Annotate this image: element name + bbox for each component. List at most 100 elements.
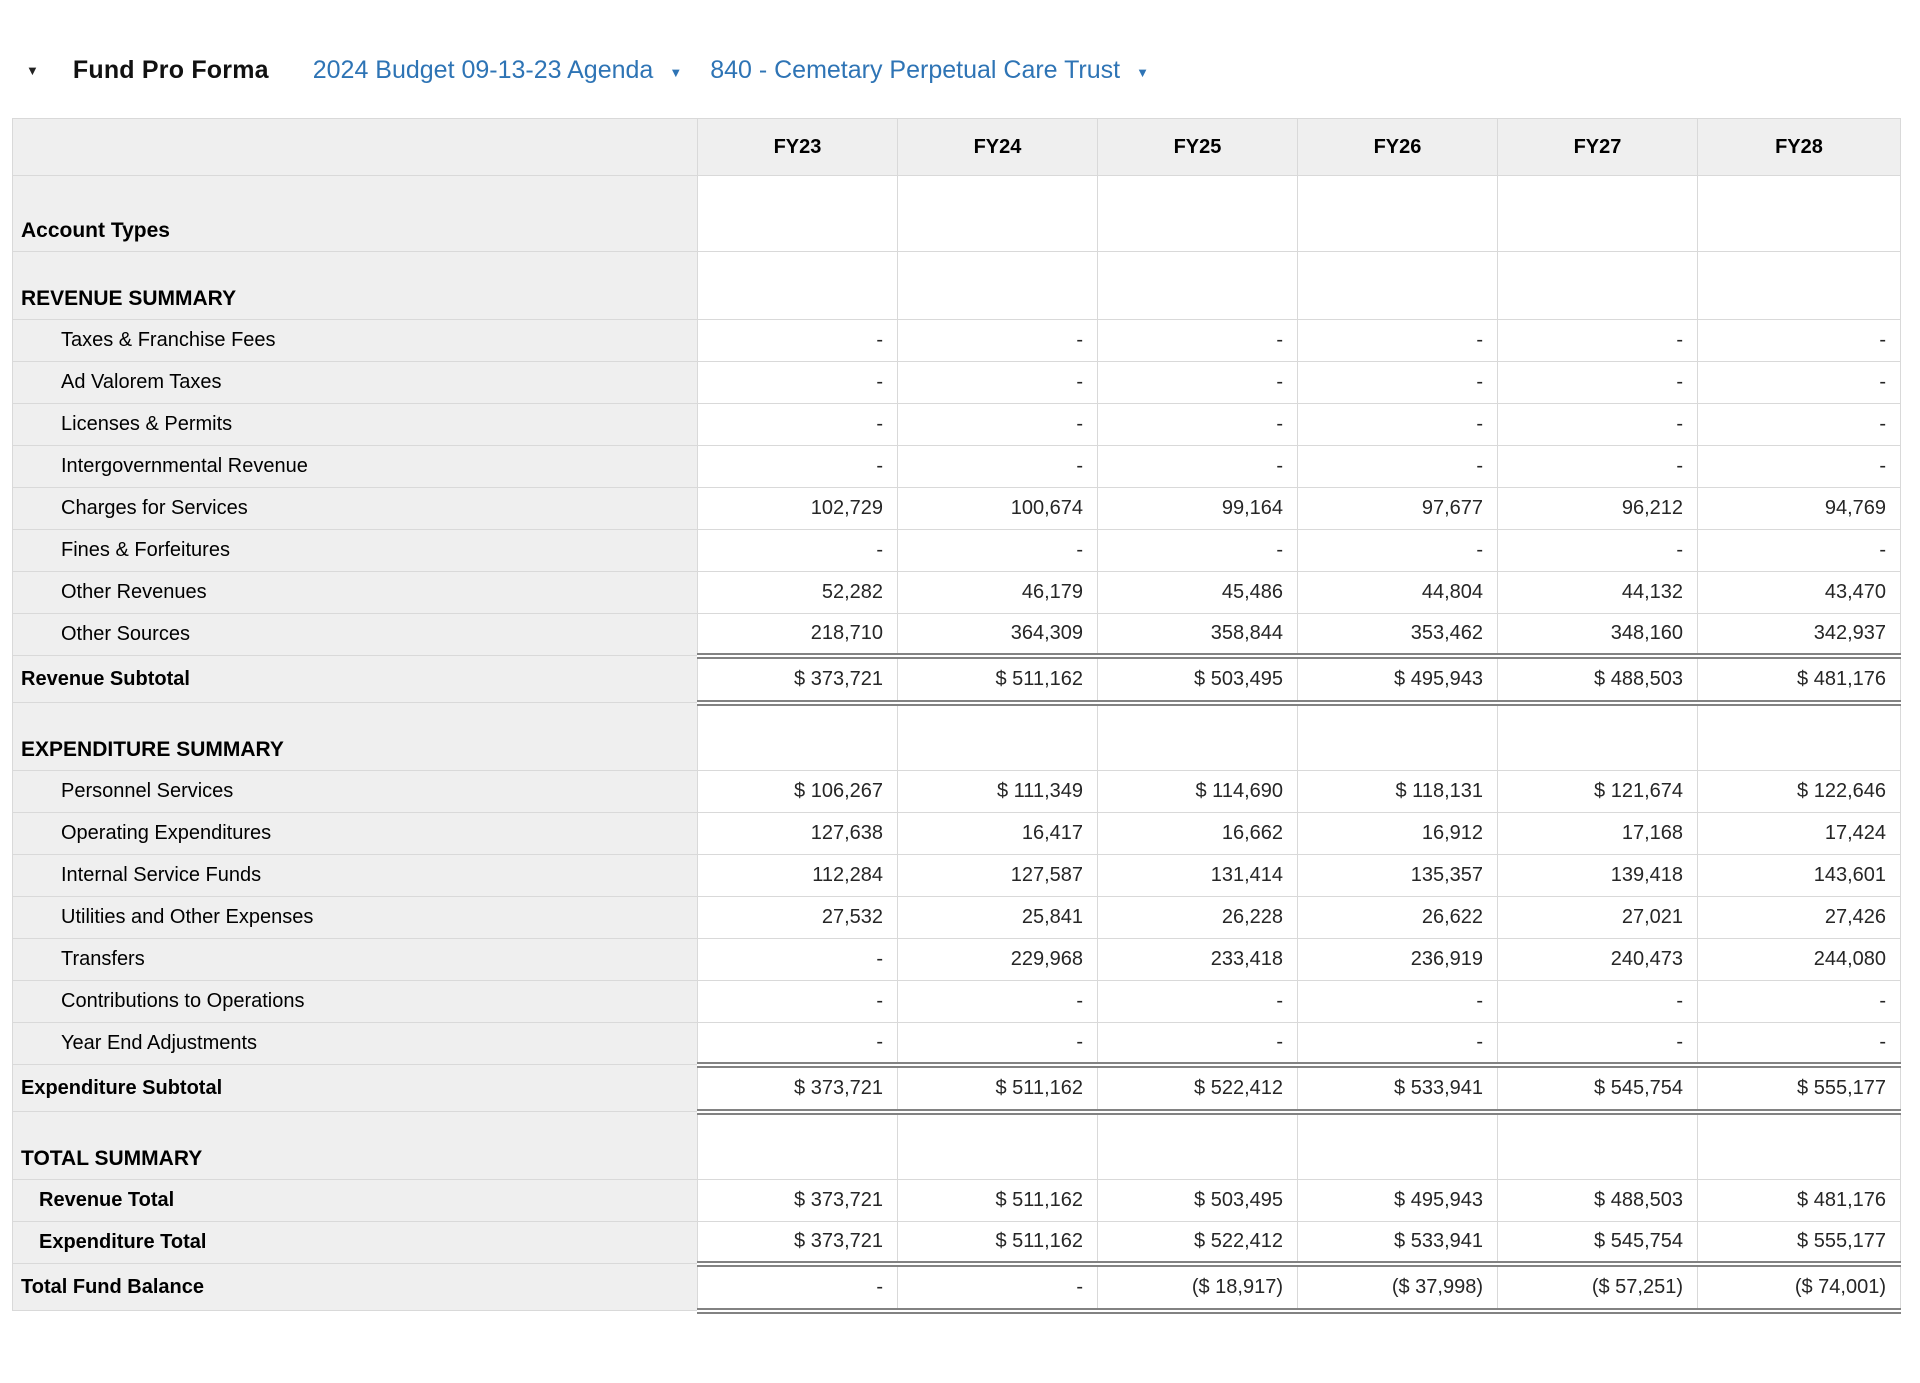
cell-value: [698, 176, 898, 252]
collapse-icon[interactable]: ▼: [26, 64, 39, 77]
cell-value: [1698, 176, 1901, 252]
cell-value: -: [1498, 981, 1698, 1023]
budget-dropdown-label: 2024 Budget 09-13-23 Agenda: [313, 56, 654, 85]
page-title: Fund Pro Forma: [73, 56, 269, 85]
chevron-down-icon[interactable]: ▼: [1136, 62, 1149, 79]
cell-value: $ 481,176: [1698, 656, 1901, 703]
cell-value: -: [1698, 530, 1901, 572]
cell-value: 17,424: [1698, 813, 1901, 855]
cell-value: [1098, 176, 1298, 252]
fund-dropdown-label: 840 - Cemetary Perpetual Care Trust: [710, 56, 1120, 85]
cell-value: -: [1498, 446, 1698, 488]
table-row: Year End Adjustments------: [13, 1023, 1901, 1065]
cell-value: [698, 703, 898, 771]
cell-value: 96,212: [1498, 488, 1698, 530]
cell-value: $ 533,941: [1298, 1065, 1498, 1112]
cell-value: 44,804: [1298, 572, 1498, 614]
cell-value: 44,132: [1498, 572, 1698, 614]
cell-value: 26,228: [1098, 897, 1298, 939]
table-row: TOTAL SUMMARY: [13, 1112, 1901, 1180]
cell-value: [1098, 252, 1298, 320]
table-row: Personnel Services$ 106,267$ 111,349$ 11…: [13, 771, 1901, 813]
cell-value: $ 511,162: [898, 1222, 1098, 1264]
cell-value: 16,912: [1298, 813, 1498, 855]
report-header: ▼ Fund Pro Forma 2024 Budget 09-13-23 Ag…: [26, 50, 1920, 90]
cell-value: -: [698, 981, 898, 1023]
cell-value: $ 118,131: [1298, 771, 1498, 813]
row-label: Operating Expenditures: [13, 813, 698, 855]
budget-dropdown[interactable]: 2024 Budget 09-13-23 Agenda ▼: [313, 56, 682, 85]
cell-value: -: [1298, 530, 1498, 572]
cell-value: 131,414: [1098, 855, 1298, 897]
cell-value: 233,418: [1098, 939, 1298, 981]
row-label: REVENUE SUMMARY: [13, 252, 698, 320]
cell-value: [1298, 1112, 1498, 1180]
cell-value: -: [1098, 1023, 1298, 1065]
table-row: Ad Valorem Taxes------: [13, 362, 1901, 404]
cell-value: [1498, 252, 1698, 320]
row-label: TOTAL SUMMARY: [13, 1112, 698, 1180]
cell-value: 27,426: [1698, 897, 1901, 939]
cell-value: $ 122,646: [1698, 771, 1901, 813]
fund-dropdown[interactable]: 840 - Cemetary Perpetual Care Trust ▼: [710, 56, 1149, 85]
cell-value: 43,470: [1698, 572, 1901, 614]
cell-value: 135,357: [1298, 855, 1498, 897]
cell-value: [1498, 1112, 1698, 1180]
cell-value: 348,160: [1498, 614, 1698, 656]
table-row: Other Sources218,710364,309358,844353,46…: [13, 614, 1901, 656]
cell-value: $ 373,721: [698, 1222, 898, 1264]
cell-value: 45,486: [1098, 572, 1298, 614]
cell-value: 236,919: [1298, 939, 1498, 981]
cell-value: 139,418: [1498, 855, 1698, 897]
cell-value: -: [898, 530, 1098, 572]
corner-cell: [13, 119, 698, 176]
cell-value: 100,674: [898, 488, 1098, 530]
row-label: Intergovernmental Revenue: [13, 446, 698, 488]
cell-value: -: [698, 530, 898, 572]
table-row: REVENUE SUMMARY: [13, 252, 1901, 320]
row-label: Personnel Services: [13, 771, 698, 813]
column-header-row: FY23 FY24 FY25 FY26 FY27 FY28: [13, 119, 1901, 176]
table-body: Account TypesREVENUE SUMMARYTaxes & Fran…: [13, 176, 1901, 1311]
cell-value: 353,462: [1298, 614, 1498, 656]
cell-value: -: [1298, 446, 1498, 488]
cell-value: [1298, 252, 1498, 320]
cell-value: [1098, 703, 1298, 771]
cell-value: -: [1498, 320, 1698, 362]
cell-value: -: [698, 1023, 898, 1065]
cell-value: -: [1098, 530, 1298, 572]
row-label: Revenue Total: [13, 1180, 698, 1222]
table-row: Contributions to Operations------: [13, 981, 1901, 1023]
cell-value: [1698, 703, 1901, 771]
table-row: Expenditure Subtotal$ 373,721$ 511,162$ …: [13, 1065, 1901, 1112]
cell-value: [898, 176, 1098, 252]
row-label: Account Types: [13, 176, 698, 252]
cell-value: -: [1098, 404, 1298, 446]
cell-value: $ 545,754: [1498, 1222, 1698, 1264]
pro-forma-table: FY23 FY24 FY25 FY26 FY27 FY28 Account Ty…: [12, 118, 1901, 1314]
chevron-down-icon[interactable]: ▼: [669, 62, 682, 79]
cell-value: -: [1698, 446, 1901, 488]
cell-value: 240,473: [1498, 939, 1698, 981]
cell-value: $ 503,495: [1098, 656, 1298, 703]
cell-value: [1498, 176, 1698, 252]
cell-value: -: [1298, 1023, 1498, 1065]
cell-value: $ 106,267: [698, 771, 898, 813]
cell-value: -: [1498, 1023, 1698, 1065]
cell-value: 46,179: [898, 572, 1098, 614]
cell-value: 218,710: [698, 614, 898, 656]
cell-value: 27,021: [1498, 897, 1698, 939]
cell-value: -: [1498, 362, 1698, 404]
cell-value: -: [1698, 362, 1901, 404]
cell-value: -: [1498, 530, 1698, 572]
cell-value: -: [898, 981, 1098, 1023]
cell-value: 94,769: [1698, 488, 1901, 530]
table-row: Intergovernmental Revenue------: [13, 446, 1901, 488]
cell-value: $ 555,177: [1698, 1222, 1901, 1264]
cell-value: $ 545,754: [1498, 1065, 1698, 1112]
row-label: Ad Valorem Taxes: [13, 362, 698, 404]
table-row: Charges for Services102,729100,67499,164…: [13, 488, 1901, 530]
cell-value: 127,638: [698, 813, 898, 855]
cell-value: -: [698, 939, 898, 981]
table-row: Revenue Total$ 373,721$ 511,162$ 503,495…: [13, 1180, 1901, 1222]
